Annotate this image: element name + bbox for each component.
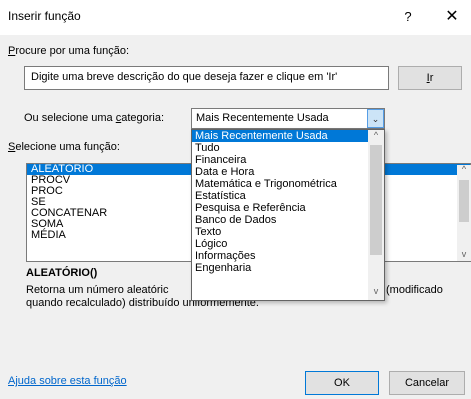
go-button-rest: r <box>429 72 434 84</box>
scroll-up-icon[interactable]: ^ <box>457 164 471 174</box>
dropdown-option[interactable]: Data e Hora <box>192 166 384 178</box>
close-button[interactable]: ✕ <box>440 6 464 28</box>
description-line1-end: (modificado <box>386 284 443 296</box>
chevron-down-icon[interactable]: ⌄ <box>367 109 384 128</box>
search-label: Procure por uma função: <box>8 45 129 57</box>
dropdown-option[interactable]: Texto <box>192 226 384 238</box>
search-input[interactable]: Digite uma breve descrição do que deseja… <box>24 66 389 90</box>
dropdown-option[interactable]: Pesquisa e Referência <box>192 202 384 214</box>
dropdown-option[interactable]: Matemática e Trigonométrica <box>192 178 384 190</box>
scroll-up-icon[interactable]: ^ <box>368 130 384 140</box>
function-list-scroll-thumb[interactable] <box>459 180 469 222</box>
dropdown-option[interactable]: Engenharia <box>192 262 384 274</box>
category-label-pre: Ou selecione uma <box>24 112 116 124</box>
function-list-label: Selecione uma função: <box>8 141 120 153</box>
category-label-post: ategoria: <box>121 112 165 124</box>
dropdown-option[interactable]: Banco de Dados <box>192 214 384 226</box>
go-button[interactable]: Ir <box>398 66 462 90</box>
ok-button[interactable]: OK <box>305 371 379 395</box>
function-signature: ALEATÓRIO() <box>26 267 98 279</box>
cancel-button[interactable]: Cancelar <box>389 371 465 395</box>
dropdown-option[interactable]: Tudo <box>192 142 384 154</box>
window-title: Inserir função <box>8 9 81 23</box>
dropdown-scroll-thumb[interactable] <box>370 145 382 255</box>
dropdown-option[interactable]: Informações <box>192 250 384 262</box>
category-select[interactable]: Mais Recentemente Usada <box>191 108 385 129</box>
scroll-down-icon[interactable]: v <box>368 286 384 296</box>
category-dropdown[interactable]: Mais Recentemente Usada Tudo Financeira … <box>191 129 385 301</box>
scroll-down-icon[interactable]: v <box>457 249 471 259</box>
dropdown-option[interactable]: Estatística <box>192 190 384 202</box>
dropdown-option[interactable]: Mais Recentemente Usada <box>192 130 384 142</box>
description-line1: Retorna um número aleatóric <box>26 284 169 296</box>
help-link[interactable]: Ajuda sobre esta função <box>8 375 127 387</box>
function-list-label-rest: elecione uma função: <box>15 141 120 153</box>
help-button[interactable]: ? <box>396 6 420 28</box>
dropdown-option[interactable]: Financeira <box>192 154 384 166</box>
dropdown-option[interactable]: Lógico <box>192 238 384 250</box>
category-label: Ou selecione uma categoria: <box>24 112 164 124</box>
search-label-rest: rocure por uma função: <box>15 45 130 57</box>
